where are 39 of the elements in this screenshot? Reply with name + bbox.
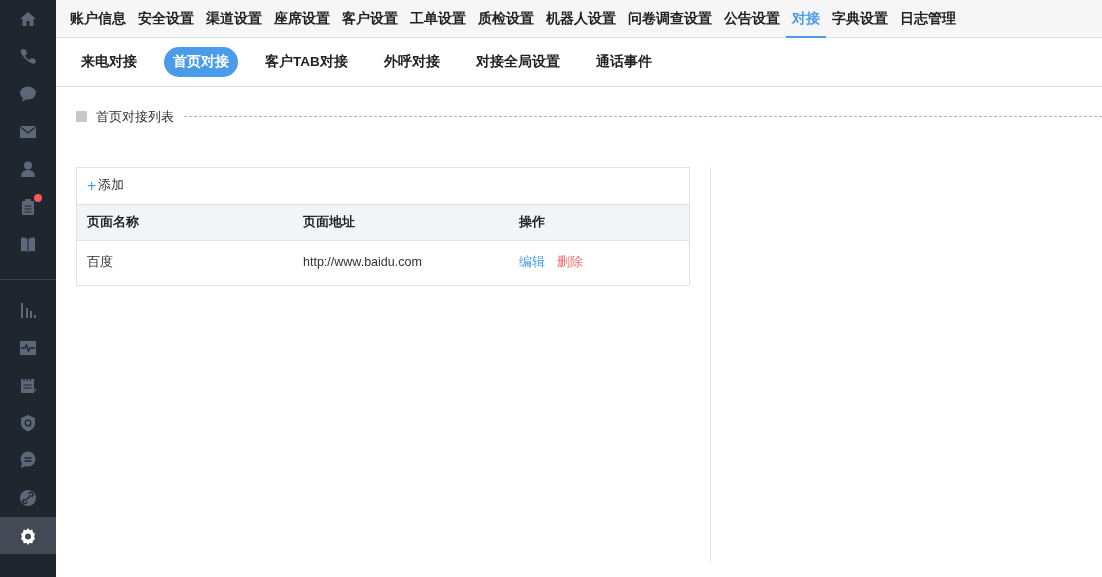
sub-tab[interactable]: 来电对接 [72,46,146,78]
nav-tab[interactable]: 公告设置 [718,0,786,38]
nav-tab[interactable]: 问卷调查设置 [622,0,718,38]
clipboard-icon [19,197,37,216]
nav-tab[interactable]: 字典设置 [826,0,894,38]
message-icon [19,451,37,470]
sub-tab[interactable]: 对接全局设置 [466,46,569,78]
pulse-icon [19,338,37,357]
nav-tab[interactable]: 工单设置 [404,0,472,38]
section-marker [76,111,87,123]
section-title: 首页对接列表 [96,108,174,126]
phone-icon [19,47,37,66]
link-icon [19,488,37,507]
column-header: 操作 [519,214,545,229]
nav-tab[interactable]: 座席设置 [268,0,336,38]
book-icon [19,235,37,254]
nav-tab[interactable]: 安全设置 [132,0,200,38]
sidebar-item[interactable] [0,516,56,555]
notepad-icon [19,376,37,395]
table-cell: http://www.baidu.com [303,255,422,270]
nav-tab[interactable]: 机器人设置 [540,0,622,38]
nav-tab[interactable]: 质检设置 [472,0,540,38]
sub-tab[interactable]: 通话事件 [586,46,661,78]
sub-tab[interactable]: 客户TAB对接 [256,46,357,78]
nav-tab[interactable]: 日志管理 [894,0,962,38]
nav-tab[interactable]: 客户设置 [336,0,404,38]
column-header: 页面地址 [303,214,355,229]
shield-icon [19,413,37,432]
user-icon [19,160,37,179]
table-cell: 百度 [87,255,113,270]
sub-tab[interactable]: 外呼对接 [374,46,449,78]
chat-icon [19,85,37,103]
add-button[interactable]: +添加 [87,176,125,195]
nav-tab[interactable]: 渠道设置 [200,0,268,38]
home-icon [19,9,37,28]
column-header: 页面名称 [87,214,139,229]
bar-chart-icon [19,300,37,319]
settings-icon [19,526,37,545]
nav-tab[interactable]: 账户信息 [64,0,132,38]
